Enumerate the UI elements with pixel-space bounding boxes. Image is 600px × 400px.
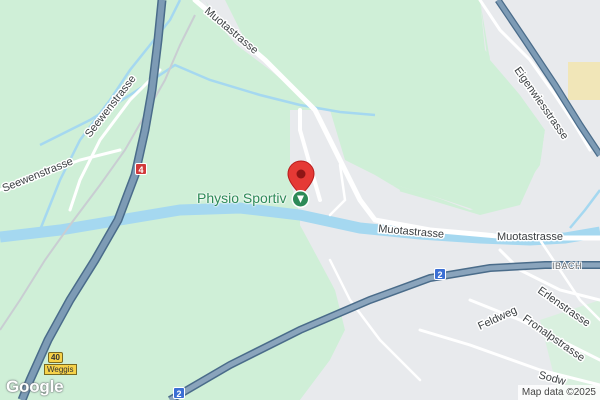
map-pin-icon[interactable] xyxy=(287,160,315,212)
route-shield-2-south: 2 xyxy=(173,387,185,399)
place-label-weggis: Weggis xyxy=(44,364,77,375)
route-shield-2-east: 2 xyxy=(434,268,446,280)
map-attribution[interactable]: Map data ©2025 xyxy=(517,385,600,400)
google-logo: Google xyxy=(6,377,64,396)
commercial-area xyxy=(568,62,600,100)
poi-label[interactable]: Physio Sportiv xyxy=(197,190,286,206)
route-shield-40: 40 xyxy=(48,352,63,363)
map-canvas[interactable]: Muotastrasse Muotastrasse Muotastrasse S… xyxy=(0,0,600,400)
route-shield-a4: 4 xyxy=(135,163,147,175)
locality-label-ibach: IBACH xyxy=(552,261,582,271)
street-label-muotastrasse-east: Muotastrasse xyxy=(497,231,563,243)
poi-marker[interactable] xyxy=(287,160,315,212)
